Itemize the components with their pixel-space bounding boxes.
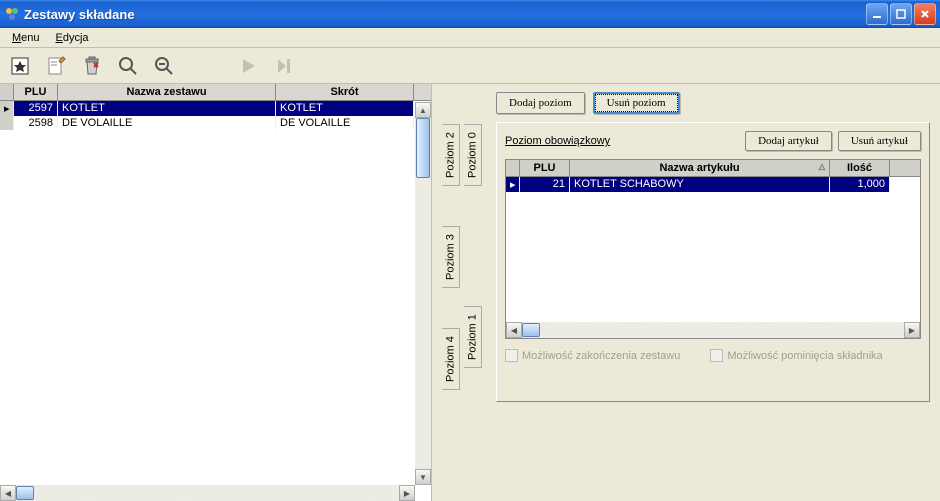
col-qty[interactable]: Ilość: [830, 160, 890, 176]
delete-article-button[interactable]: Usuń artykuł: [838, 131, 921, 151]
articles-grid: PLU Nazwa artykułu△ Ilość ▸ 21 KOTLET SC…: [505, 159, 921, 339]
edit-icon[interactable]: [42, 52, 70, 80]
col-plu[interactable]: PLU: [14, 84, 58, 100]
window-title: Zestawy składane: [24, 7, 866, 22]
table-row[interactable]: ▸ 21 KOTLET SCHABOWY 1,000: [506, 177, 920, 192]
menubar: Menu Edycja: [0, 28, 940, 48]
play-icon[interactable]: [234, 52, 262, 80]
row-pointer-icon: ▸: [0, 101, 14, 116]
add-level-button[interactable]: Dodaj poziom: [496, 92, 585, 114]
col-name[interactable]: Nazwa zestawu: [58, 84, 276, 100]
col-article-name[interactable]: Nazwa artykułu△: [570, 160, 830, 176]
add-article-button[interactable]: Dodaj artykuł: [745, 131, 832, 151]
toolbar: [0, 48, 940, 84]
close-button[interactable]: [914, 3, 936, 25]
skip-ingredient-checkbox: Możliwość pominięcia składnika: [710, 349, 882, 362]
maximize-button[interactable]: [890, 3, 912, 25]
zoom-in-icon[interactable]: [114, 52, 142, 80]
scroll-left-icon[interactable]: ◀: [0, 485, 16, 501]
menu-edycja[interactable]: Edycja: [48, 30, 97, 46]
titlebar: Zestawy składane: [0, 0, 940, 28]
tab-poziom-2[interactable]: Poziom 2: [442, 124, 460, 186]
minimize-button[interactable]: [866, 3, 888, 25]
horizontal-scrollbar[interactable]: ◀ ▶: [506, 322, 920, 338]
detail-pane: Dodaj poziom Usuń poziom Poziom 2 Poziom…: [436, 84, 940, 501]
sort-indicator-icon: △: [819, 162, 825, 171]
scroll-left-icon[interactable]: ◀: [506, 322, 522, 338]
vertical-scrollbar[interactable]: ▲ ▼: [415, 102, 431, 485]
table-row[interactable]: 2598 DE VOLAILLE DE VOLAILLE: [0, 116, 431, 130]
checkbox-icon: [505, 349, 518, 362]
tab-poziom-4[interactable]: Poziom 4: [442, 328, 460, 390]
table-row[interactable]: ▸ 2597 KOTLET KOTLET: [0, 101, 431, 116]
row-pointer-icon: ▸: [506, 177, 520, 192]
delete-level-button[interactable]: Usuń poziom: [593, 92, 680, 114]
scroll-up-icon[interactable]: ▲: [415, 102, 431, 118]
finish-set-checkbox: Możliwość zakończenia zestawu: [505, 349, 680, 362]
favorite-icon[interactable]: [6, 52, 34, 80]
row-indicator-header: [0, 84, 14, 100]
menu-menu[interactable]: Menu: [4, 30, 48, 46]
zoom-out-icon[interactable]: [150, 52, 178, 80]
tab-poziom-3[interactable]: Poziom 3: [442, 226, 460, 288]
mandatory-level-link[interactable]: Poziom obowiązkowy: [505, 135, 610, 147]
checkbox-icon: [710, 349, 723, 362]
delete-icon[interactable]: [78, 52, 106, 80]
horizontal-scrollbar[interactable]: ◀ ▶: [0, 485, 415, 501]
skip-icon[interactable]: [270, 52, 298, 80]
tab-poziom-1[interactable]: Poziom 1: [464, 306, 482, 368]
tab-poziom-0[interactable]: Poziom 0: [464, 124, 482, 186]
scroll-down-icon[interactable]: ▼: [415, 469, 431, 485]
scroll-right-icon[interactable]: ▶: [399, 485, 415, 501]
col-plu[interactable]: PLU: [520, 160, 570, 176]
scroll-right-icon[interactable]: ▶: [904, 322, 920, 338]
sets-grid: PLU Nazwa zestawu Skrót ▸ 2597 KOTLET KO…: [0, 84, 432, 501]
col-short[interactable]: Skrót: [276, 84, 414, 100]
app-icon: [4, 6, 20, 22]
